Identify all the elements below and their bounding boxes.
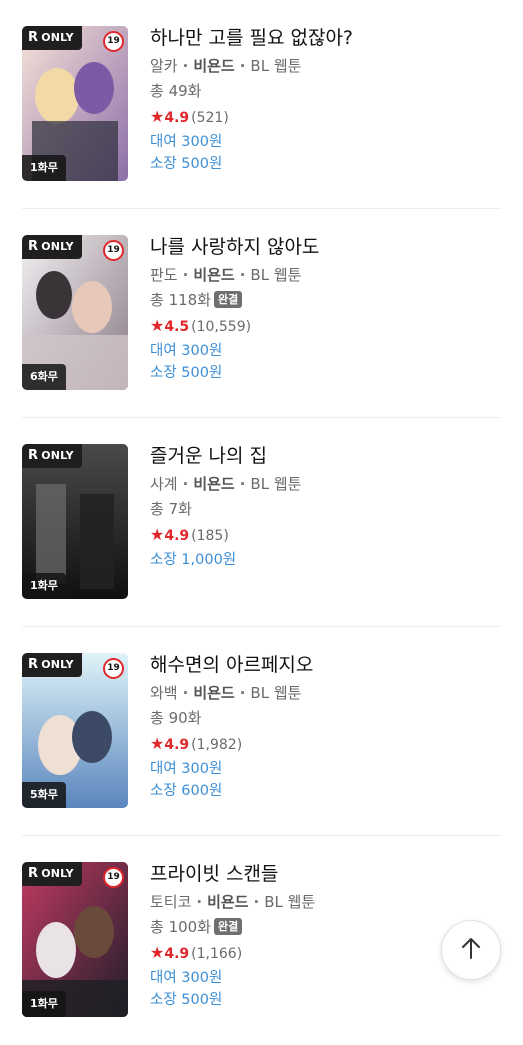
own-price: 소장 1,000원 xyxy=(150,552,237,568)
arrow-up-icon xyxy=(460,936,482,964)
list-item[interactable]: R ONLY 19 1화무 하나만 고를 필요 없잖아? 알카 · 비욘드 · BL 웹툰… xyxy=(0,0,523,209)
age-19-badge: 19 xyxy=(103,31,124,52)
author[interactable]: 사계 xyxy=(150,475,178,493)
genre: BL 웹툰 xyxy=(250,57,302,75)
author[interactable]: 와백 xyxy=(150,684,178,702)
r-only-badge: R ONLY xyxy=(22,235,82,259)
item-info: 하나만 고를 필요 없잖아? 알카 · 비욘드 · BL 웹툰 총 49화 ★4.9 (5… xyxy=(150,24,503,175)
rating-count: (1,166) xyxy=(191,946,243,962)
scroll-top-button[interactable] xyxy=(441,920,501,980)
rating: ★4.9 (185) xyxy=(150,522,503,549)
free-episodes-badge: 5화무 xyxy=(22,782,66,808)
r-only-badge: R ONLY xyxy=(22,653,82,677)
cover-image[interactable]: R ONLY 1화무 xyxy=(22,444,128,599)
rating-count: (10,559) xyxy=(191,319,252,335)
cover-image[interactable]: R ONLY 19 1화무 xyxy=(22,26,128,181)
item-meta: 사계 · 비욘드 · BL 웹툰 xyxy=(150,475,302,493)
rating-count: (1,982) xyxy=(191,737,243,753)
cover-image[interactable]: R ONLY 19 5화무 xyxy=(22,653,128,808)
rating-score: 4.9 xyxy=(164,946,190,962)
genre: BL 웹툰 xyxy=(250,266,302,284)
free-episodes-badge: 6화무 xyxy=(22,364,66,390)
item-info: 해수면의 아르페지오 와백 · 비욘드 · BL 웹툰 총 90화 ★4.9 (1,982… xyxy=(150,651,503,802)
item-title[interactable]: 즐거운 나의 집 xyxy=(150,442,503,470)
own-price: 소장 500원 xyxy=(150,156,223,172)
item-title[interactable]: 해수면의 아르페지오 xyxy=(150,651,503,679)
item-meta: 판도 · 비욘드 · BL 웹툰 xyxy=(150,266,302,284)
r-only-badge: R ONLY xyxy=(22,862,82,886)
episode-count: 총 7화 xyxy=(150,500,192,518)
star-icon: ★ xyxy=(150,734,165,753)
rent-price: 대여 300원 xyxy=(150,761,223,777)
free-episodes-badge: 1화무 xyxy=(22,573,66,599)
rating-count: (185) xyxy=(191,528,229,544)
genre: BL 웹툰 xyxy=(264,893,316,911)
rating-score: 4.5 xyxy=(164,319,190,335)
genre: BL 웹툰 xyxy=(250,684,302,702)
episode-count: 총 90화 xyxy=(150,709,202,727)
author[interactable]: 알카 xyxy=(150,57,178,75)
publisher[interactable]: 비욘드 xyxy=(193,266,234,284)
item-info: 나를 사랑하지 않아도 판도 · 비욘드 · BL 웹툰 총 118화 완결 ★4.5 (1… xyxy=(150,233,503,384)
own-price: 소장 500원 xyxy=(150,365,223,381)
publisher[interactable]: 비욘드 xyxy=(207,893,248,911)
rating-score: 4.9 xyxy=(164,110,190,126)
age-19-badge: 19 xyxy=(103,240,124,261)
completed-badge: 완결 xyxy=(214,291,243,308)
own-price: 소장 600원 xyxy=(150,783,223,799)
cover-image[interactable]: R ONLY 19 1화무 xyxy=(22,862,128,1017)
episode-count: 총 118화 완결 xyxy=(150,288,503,313)
item-title[interactable]: 하나만 고를 필요 없잖아? xyxy=(150,24,503,52)
rating-count: (521) xyxy=(191,110,229,126)
genre: BL 웹툰 xyxy=(250,475,302,493)
item-title[interactable]: 나를 사랑하지 않아도 xyxy=(150,233,503,261)
item-meta: 토티코 · 비욘드 · BL 웹툰 xyxy=(150,893,316,911)
episode-count: 총 49화 xyxy=(150,82,202,100)
rating-score: 4.9 xyxy=(164,528,190,544)
r-only-badge: R ONLY xyxy=(22,444,82,468)
publisher[interactable]: 비욘드 xyxy=(193,475,234,493)
publisher[interactable]: 비욘드 xyxy=(193,57,234,75)
list-item[interactable]: R ONLY 19 5화무 해수면의 아르페지오 와백 · 비욘드 · BL 웹툰 총 9… xyxy=(0,627,523,836)
author[interactable]: 판도 xyxy=(150,266,178,284)
rent-price: 대여 300원 xyxy=(150,343,223,359)
publisher[interactable]: 비욘드 xyxy=(193,684,234,702)
item-info: 즐거운 나의 집 사계 · 비욘드 · BL 웹툰 총 7화 ★4.9 (185) 소장 … xyxy=(150,442,503,571)
age-19-badge: 19 xyxy=(103,658,124,679)
rating: ★4.9 (521) xyxy=(150,104,503,131)
rent-price: 대여 300원 xyxy=(150,134,223,150)
item-title[interactable]: 프라이빗 스캔들 xyxy=(150,860,503,888)
list-item[interactable]: R ONLY 1화무 즐거운 나의 집 사계 · 비욘드 · BL 웹툰 총 7화 ★4.… xyxy=(0,418,523,627)
rating-score: 4.9 xyxy=(164,737,190,753)
cover-image[interactable]: R ONLY 19 6화무 xyxy=(22,235,128,390)
star-icon: ★ xyxy=(150,525,165,544)
star-icon: ★ xyxy=(150,943,165,962)
r-only-badge: R ONLY xyxy=(22,26,82,50)
rating: ★4.9 (1,982) xyxy=(150,731,503,758)
item-meta: 알카 · 비욘드 · BL 웹툰 xyxy=(150,57,302,75)
own-price: 소장 500원 xyxy=(150,992,223,1008)
list-item[interactable]: R ONLY 19 6화무 나를 사랑하지 않아도 판도 · 비욘드 · BL 웹툰 총 … xyxy=(0,209,523,418)
item-meta: 와백 · 비욘드 · BL 웹툰 xyxy=(150,684,302,702)
age-19-badge: 19 xyxy=(103,867,124,888)
author[interactable]: 토티코 xyxy=(150,893,191,911)
rating: ★4.5 (10,559) xyxy=(150,313,503,340)
completed-badge: 완결 xyxy=(214,918,243,935)
free-episodes-badge: 1화무 xyxy=(22,991,66,1017)
star-icon: ★ xyxy=(150,107,165,126)
free-episodes-badge: 1화무 xyxy=(22,155,66,181)
star-icon: ★ xyxy=(150,316,165,335)
